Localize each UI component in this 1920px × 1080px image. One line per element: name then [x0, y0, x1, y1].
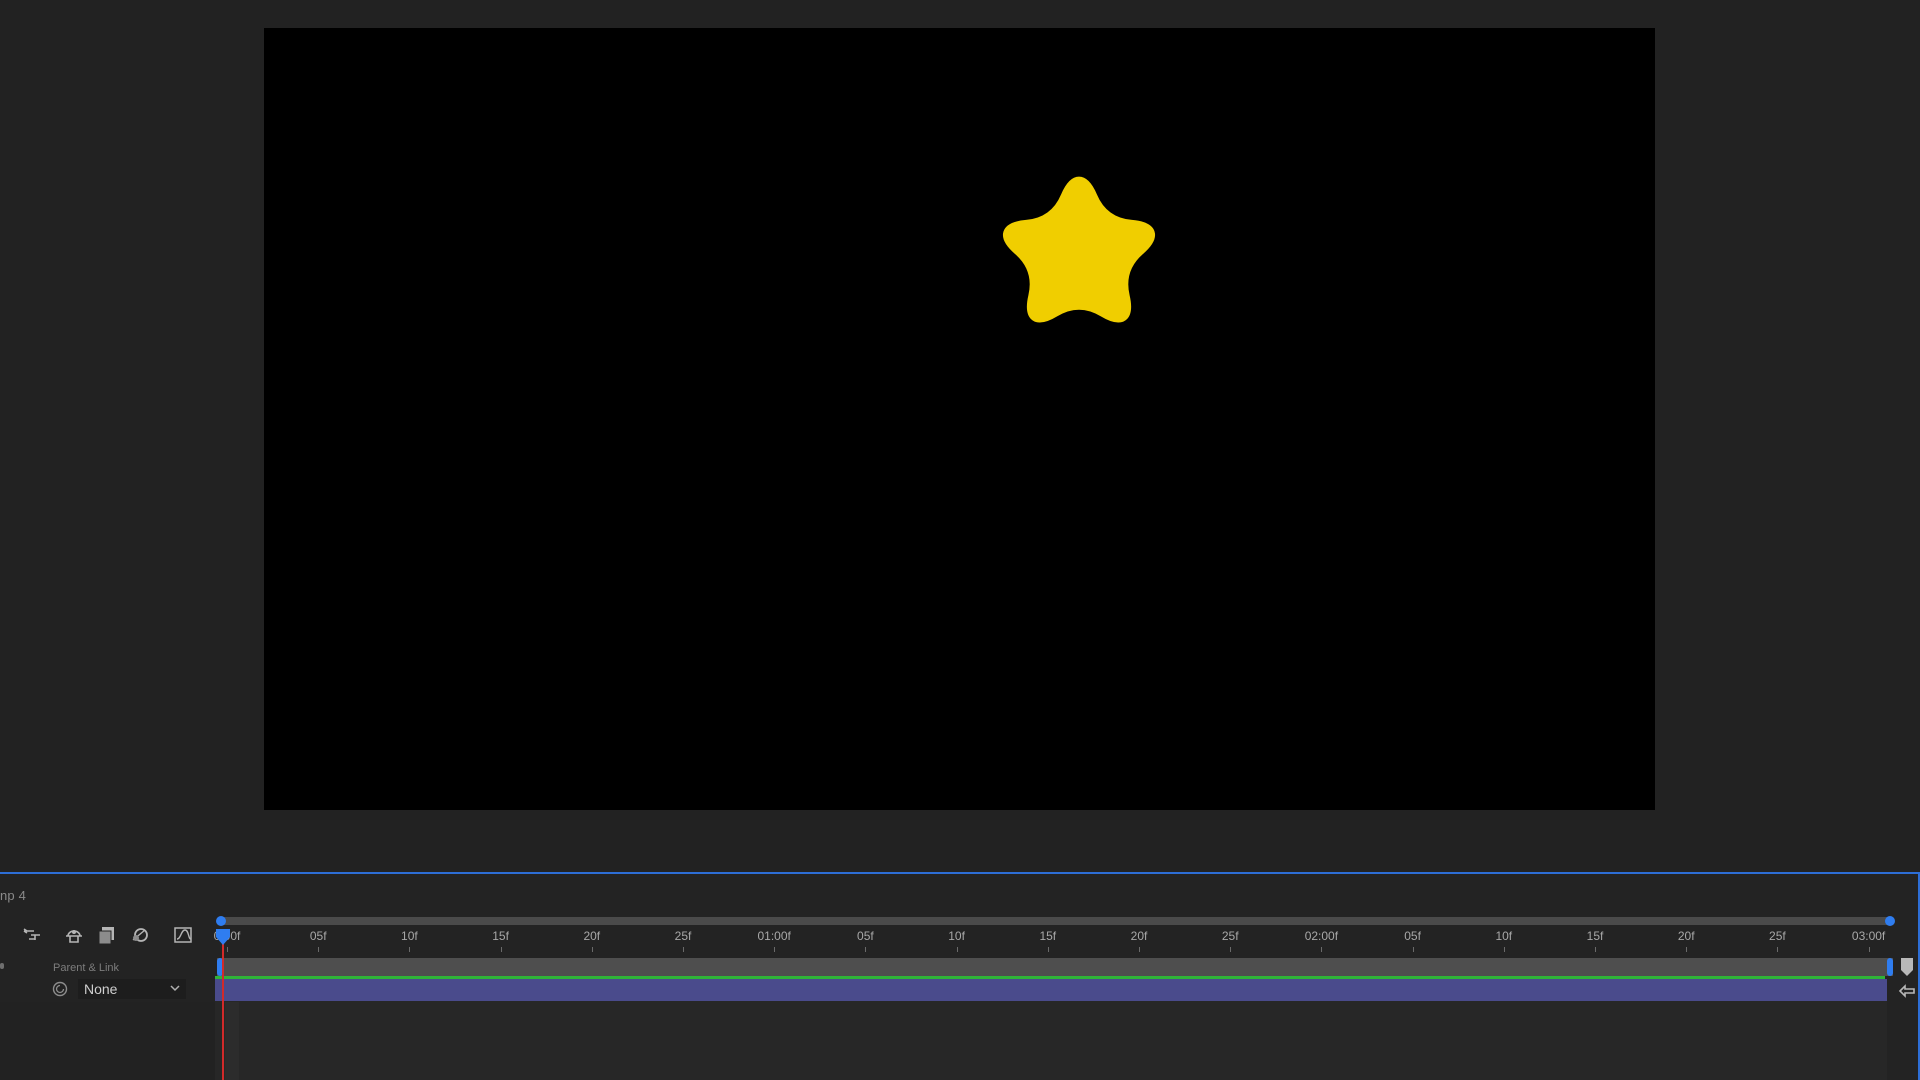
time-ruler-tick: [1047, 947, 1049, 952]
chevron-down-icon: [170, 985, 180, 992]
time-ruler-tick: [1321, 947, 1323, 952]
motion-blur-icon[interactable]: [128, 923, 152, 947]
time-ruler-label: 03:00f: [1851, 929, 1886, 943]
composition-viewer[interactable]: [0, 0, 1920, 872]
empty-track-area[interactable]: [215, 1001, 1887, 1080]
comp-end-marker-icon[interactable]: [1900, 956, 1914, 978]
time-ruler[interactable]: 0:00f05f10f15f20f25f01:00f05f10f15f20f25…: [214, 926, 1918, 952]
star-shape-layer[interactable]: [264, 28, 1655, 810]
shy-layers-icon[interactable]: [62, 923, 86, 947]
time-ruler-label: 15f: [1586, 929, 1604, 943]
time-ruler-tick: [1139, 947, 1140, 952]
time-ruler-label: 01:00f: [757, 929, 791, 943]
star-shape[interactable]: [1003, 176, 1155, 323]
parent-dropdown[interactable]: None: [78, 979, 186, 999]
time-ruler-label: 10f: [1495, 929, 1513, 943]
layer-duration-bar[interactable]: [215, 979, 1887, 1001]
graph-editor-icon[interactable]: [171, 923, 195, 947]
comp-marker-bin-icon[interactable]: [1898, 982, 1916, 1000]
time-ruler-label: 20f: [1130, 929, 1148, 943]
frame-blending-icon[interactable]: [95, 923, 119, 947]
time-ruler-tick: [318, 947, 320, 952]
composition-canvas[interactable]: [264, 28, 1655, 810]
time-ruler-tick: [591, 947, 593, 952]
composition-tab-label[interactable]: np 4: [0, 888, 26, 903]
time-ruler-label: 25f: [1221, 929, 1239, 943]
parent-dropdown-value: None: [84, 981, 118, 997]
layer-list-area[interactable]: [0, 1002, 215, 1080]
cti-shadow: [225, 1002, 239, 1080]
time-navigator-end-handle[interactable]: [1885, 916, 1895, 926]
time-ruler-label: 10f: [948, 929, 965, 943]
time-ruler-label: 02:00f: [1304, 929, 1339, 943]
time-ruler-tick: [1412, 947, 1414, 952]
time-ruler-label: 05f: [309, 929, 327, 943]
time-ruler-label: 15f: [1039, 929, 1057, 943]
current-time-indicator-line[interactable]: [222, 932, 224, 1080]
time-ruler-tick: [865, 947, 867, 952]
time-ruler-tick: [1230, 947, 1232, 952]
layer-row: None: [0, 963, 215, 1000]
time-ruler-label: 20f: [583, 929, 601, 943]
after-effects-window: np 4 Parent & Link None 05f 10f 15f 20f …: [0, 0, 1920, 1080]
panel-edge-dot: [0, 963, 4, 969]
time-ruler-label: 15f: [492, 929, 509, 943]
time-ruler-tick: [1503, 947, 1505, 952]
time-navigator-bar[interactable]: [216, 916, 1895, 926]
time-ruler-tick: [500, 947, 502, 952]
flowchart-icon[interactable]: [20, 923, 44, 947]
time-ruler-tick: [683, 947, 684, 952]
parent-link-column-header: Parent & Link: [53, 962, 120, 974]
time-ruler-label: 10f: [401, 929, 418, 943]
time-ruler-label: 25f: [1769, 929, 1786, 943]
time-navigator-start-handle[interactable]: [216, 916, 226, 926]
timeline-panel: np 4 Parent & Link None 05f 10f 15f 20f …: [0, 872, 1920, 1080]
time-ruler-label: 20f: [1677, 929, 1695, 943]
time-ruler-tick: [1595, 947, 1596, 952]
pick-whip-icon[interactable]: [51, 980, 69, 998]
time-ruler-tick: [956, 947, 958, 952]
time-ruler-label: 25f: [674, 929, 692, 943]
time-ruler-tick: [1686, 947, 1688, 952]
work-area-bar[interactable]: [217, 958, 1893, 976]
time-ruler-tick: [227, 947, 228, 952]
time-ruler-tick: [1868, 947, 1870, 952]
time-ruler-label: 05f: [857, 929, 874, 943]
time-ruler-tick: [409, 947, 411, 952]
work-area-end-handle[interactable]: [1887, 958, 1893, 976]
time-ruler-label: 05f: [1404, 929, 1421, 943]
timeline-track-area[interactable]: 0:00f05f10f15f20f25f01:00f05f10f15f20f25…: [214, 908, 1918, 1080]
current-time-indicator-head[interactable]: [215, 928, 231, 946]
time-ruler-tick: [1777, 947, 1779, 952]
time-ruler-tick: [774, 947, 776, 952]
